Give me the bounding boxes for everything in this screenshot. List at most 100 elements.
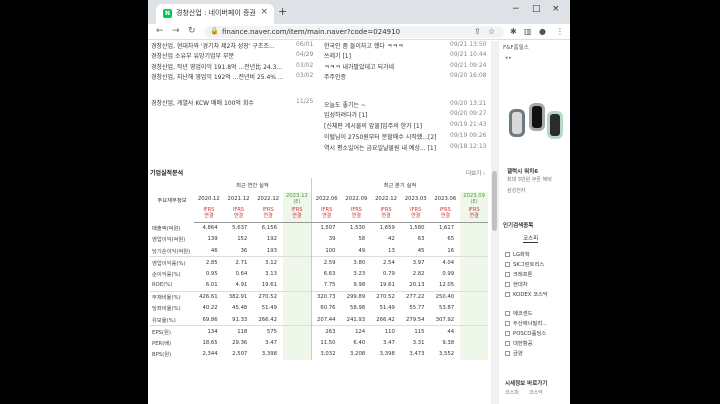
discussion-item[interactable]: [신체판 게시물의 앞물]입주의 한가 [1] [324,121,422,130]
metric-label[interactable]: PER(배) [150,337,194,349]
metric-label[interactable]: 당좌비율(%) [150,303,194,315]
checkbox-icon[interactable] [505,321,510,326]
checkbox-icon[interactable] [505,341,510,346]
metric-label[interactable]: 유보율(%) [150,314,194,326]
metric-label[interactable]: BPS(원) [150,349,194,361]
window-close-icon[interactable]: × [552,4,560,14]
period-label: 2020.12 [197,195,220,202]
ifrs-header: IFRS 연결 [400,205,431,223]
checkbox-icon[interactable] [505,272,510,277]
table-cell: 60.76 [310,302,342,314]
ad-pager-icon[interactable]: ◂ ▸ [505,55,512,61]
side-panel: F&F홈필스 ◂ ▸ 갤럭시 워치6 최대 3만원 쿠폰 혜택 삼성전자 인기검… [498,41,570,404]
news-item[interactable]: 경창산업, 작년 영업이익 191.8억 ...전년比 24.3... [151,62,282,71]
checkbox-icon[interactable] [505,311,510,316]
profile-icon[interactable]: ● [539,27,546,36]
period-header: 2022.12 [253,192,283,205]
discussion-item[interactable]: 한국인 좀 들이자고 했다 ㅋㅋㅋ [324,41,403,50]
news-item[interactable]: 경창산업, 게열사 KCW 매매 100억 회수 [151,98,254,107]
popular-stock-item[interactable]: 크래프톤 [505,270,533,278]
discussion-item[interactable]: 쓰레기 [1] [324,51,351,60]
popular-stock-item[interactable]: LG화학 [505,250,530,258]
url-text: finance.naver.com/item/main.naver?code=0… [222,28,401,36]
popular-stock-item[interactable]: 에코센드 [505,309,533,317]
table-cell [460,348,488,360]
period-header: 2023.09 (E) [460,192,488,205]
metric-label[interactable]: EPS(원) [150,325,194,337]
table-cell [282,268,312,280]
ifrs-header: IFRS 연결 [194,205,224,223]
table-cell: 45 [417,247,425,254]
table-cell: 29.36 [232,339,248,346]
table-cell [282,337,312,349]
table-cell [282,256,312,268]
table-cell: 3.12 [253,256,283,268]
section-title: 기업실적분석 [150,170,184,177]
table-row: 당기순이익(억원) 46 36 193 100 49 13 45 16 [150,245,488,257]
more-link[interactable]: 더보기 › [466,169,485,177]
sidebar-icon[interactable]: ▥ [524,27,532,36]
table-cell: 9.38 [442,339,455,346]
news-item[interactable]: 경창산업, 지난해 영업익 192억 ...전년비 25.4% ... [151,72,284,81]
table-cell: 63 [417,236,425,243]
metric-label[interactable]: 부채비율(%) [150,290,194,303]
discussion-item[interactable]: 입성하려다가 [1] [324,110,368,119]
ad-product[interactable]: 갤럭시 워치6 [507,167,538,175]
checkbox-icon[interactable] [505,331,510,336]
reload-icon[interactable]: ↻ [188,26,196,36]
browser-tab[interactable]: N 경창산업 : 네이버페이 증권 × [156,4,274,24]
checkbox-icon[interactable] [505,262,510,267]
news-item[interactable]: 경창산업, 현대차와 '경기차 제2차 성장' 구조조... [151,41,275,50]
popular-stock-item[interactable]: 대한항공 [505,339,533,347]
share-icon[interactable]: ⇪ [474,27,481,36]
extensions-icon[interactable]: ✱ [510,27,517,36]
new-tab-icon[interactable]: + [278,5,287,18]
close-icon[interactable]: × [260,7,268,17]
popular-stock-item[interactable]: SK그린트리스 [505,260,544,268]
news-item[interactable]: 경창산업 소유부 유망기업부 부분 [151,51,234,60]
metric-label[interactable]: 당기순이익(억원) [150,245,194,257]
back-icon[interactable]: ← [156,26,164,36]
popular-stock-item[interactable]: 두산에너빌리... [505,319,547,327]
quote-tab-kosdaq[interactable]: 코스닥 [529,389,543,396]
quote-tab-kospi[interactable]: 코스피 [505,389,519,396]
metric-label[interactable]: 매출액(억원) [150,222,194,234]
ifrs-sub: 연결 [322,213,332,220]
popular-stock-item[interactable]: POSCO홀딩스 [505,329,546,337]
period-header: 2020.12 [194,192,224,205]
period-header: 2023.12 (E) [282,192,312,205]
scrollbar-thumb[interactable] [492,171,497,231]
checkbox-icon[interactable] [505,282,510,287]
page-scrollbar[interactable] [491,41,498,404]
table-cell: 58 [358,236,366,243]
menu-icon[interactable]: ⋮ [556,27,564,36]
ad-top-label: F&F홈필스 [503,45,529,51]
checkbox-icon[interactable] [505,351,510,356]
table-cell: 0.64 [235,270,248,277]
metric-label[interactable]: 영업이익(억원) [150,234,194,246]
maximize-icon[interactable]: □ [532,4,541,14]
discussion-item[interactable]: 이럴님이 2750원부터 분할매수 시작했...[2] [324,132,437,141]
forward-icon[interactable]: → [172,26,180,36]
metric-label[interactable]: 순이익률(%) [150,268,194,280]
checkbox-icon[interactable] [505,292,510,297]
table-cell: 3.47 [383,339,395,346]
popular-tab-kospi[interactable]: 코스피 [523,234,539,243]
ifrs-header: IFRS 연결 [310,205,342,223]
popular-stock-item[interactable]: 현대차 [505,280,528,288]
metric-label[interactable]: ROE(%) [150,280,194,292]
discussion-item[interactable]: 오늘도 좋기는 ~ [324,100,366,109]
discussion-item[interactable]: 주주인증 [324,72,346,81]
bookmark-star-icon[interactable]: ☆ [488,27,495,36]
popular-stock-item[interactable]: KODEX 코스닥 [505,290,548,298]
address-bar[interactable]: 🔒 finance.naver.com/item/main.naver?code… [204,26,504,38]
table-cell: 152 [237,236,248,243]
popular-stock-name: 크래프톤 [513,272,533,278]
discussion-item[interactable]: ㅋㅋㅋ 내가팔았데고 되가네 [324,62,394,71]
metric-label[interactable]: 영업이익률(%) [150,256,194,268]
minimize-icon[interactable]: − [512,4,520,14]
popular-stock-item[interactable]: 금양 [505,349,523,357]
discussion-item[interactable]: 역시 평소일어는 금요일날물원 내 예상... [1] [324,143,436,152]
table-cell: 46 [210,247,218,254]
checkbox-icon[interactable] [505,252,510,257]
